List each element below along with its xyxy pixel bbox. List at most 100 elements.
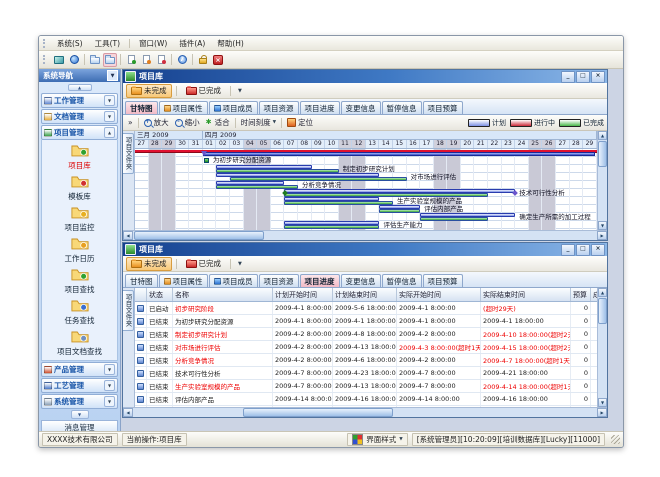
gantt-horizontal-scrollbar[interactable]: ◀ ▶ — [123, 230, 607, 240]
scroll-left-button[interactable]: ◀ — [123, 231, 133, 240]
folder-open-button[interactable] — [103, 53, 117, 67]
scroll-thumb[interactable] — [243, 408, 393, 417]
sidebar-group-collapsed[interactable]: 系统管理▼ — [41, 394, 118, 409]
column-header[interactable]: 名称 — [173, 288, 273, 301]
tab[interactable]: 项目成员 — [209, 101, 258, 114]
scroll-up-button[interactable]: ▲ — [598, 131, 607, 140]
sidebar-item-red[interactable]: 模板库 — [42, 173, 117, 204]
page-new-button[interactable] — [124, 53, 138, 67]
column-header[interactable]: 计划结束时间 — [333, 288, 397, 301]
sidebar-item-find[interactable]: 项目查找 — [42, 266, 117, 297]
scroll-right-button[interactable]: ▶ — [597, 408, 607, 417]
incomplete-filter-button[interactable]: 未完成 — [126, 257, 172, 271]
chevron-down-icon[interactable]: ▼ — [104, 396, 115, 407]
column-header[interactable]: 状态 — [147, 288, 173, 301]
scroll-down-button[interactable]: ▼ — [598, 398, 607, 407]
timescale-button[interactable]: 时间刻度▼ — [239, 117, 278, 128]
tab[interactable]: 变更信息 — [341, 101, 381, 114]
complete-filter-button[interactable]: 已完成 — [181, 84, 227, 98]
chevron-down-icon[interactable]: ▼ — [104, 95, 115, 106]
chevron-down-icon[interactable]: ▼ — [104, 380, 115, 391]
table-row[interactable]: 已结束分析竞争情况2009-4-2 8:00:002009-4-6 18:00:… — [135, 354, 597, 367]
tab[interactable]: 变更信息 — [341, 274, 381, 287]
menu-item[interactable]: 系统(S) — [51, 37, 89, 50]
gantt-vertical-scrollbar[interactable]: ▲ ▼ — [597, 131, 607, 230]
column-header[interactable] — [135, 288, 147, 301]
overflow-button[interactable]: ▼ — [235, 88, 245, 94]
scroll-left-button[interactable]: ◀ — [123, 408, 133, 417]
complete-filter-button[interactable]: 已完成 — [181, 257, 227, 271]
scroll-thumb[interactable] — [598, 298, 607, 324]
gantt-chart[interactable]: 三月 2009四月 200927282930310102030405060708… — [135, 131, 597, 230]
resize-grip[interactable] — [611, 435, 620, 444]
tab[interactable]: 项目成员 — [209, 274, 258, 287]
stop-button[interactable]: × — [211, 53, 225, 67]
menu-item[interactable]: 窗口(W) — [133, 37, 173, 50]
monitor-button[interactable] — [52, 53, 66, 67]
page-del-button[interactable] — [154, 53, 168, 67]
project-folder-tab[interactable]: 项目文件夹 — [123, 133, 134, 174]
help-button[interactable]: ? — [175, 53, 189, 67]
sidebar-item-people[interactable]: 任务查找 — [42, 297, 117, 328]
table-row[interactable]: 已结束制定初步研究计划2009-4-2 8:00:002009-4-8 18:0… — [135, 328, 597, 341]
gantt-window-titlebar[interactable]: 项目库 _ □ × — [123, 70, 607, 83]
lock-button[interactable] — [196, 53, 210, 67]
chevron-down-icon[interactable]: ▼ — [104, 111, 115, 122]
sidebar-item-star[interactable]: 项目监控 — [42, 204, 117, 235]
locate-button[interactable]: 定位 — [285, 117, 315, 128]
sidebar-group-collapsed[interactable]: 工艺管理▼ — [41, 378, 118, 393]
sidebar-collapse-button[interactable]: ▲ — [68, 84, 92, 91]
sidebar-group-collapsed[interactable]: 产品管理▼ — [41, 362, 118, 377]
chevron-up-icon[interactable]: ▲ — [104, 127, 115, 138]
tab[interactable]: 甘特图 — [125, 274, 158, 287]
sidebar-group-expanded[interactable]: 项目管理▲ — [41, 125, 118, 140]
task-bar-actual[interactable] — [216, 185, 297, 189]
table-window-titlebar[interactable]: 项目库 _ □ × — [123, 243, 607, 256]
task-bar-actual[interactable] — [379, 209, 420, 213]
task-bar-actual[interactable] — [420, 217, 488, 221]
table-row[interactable]: 已结束评估内部产品2009-4-14 8:00:002009-4-16 18:0… — [135, 393, 597, 406]
column-header[interactable]: 实际结束时间 — [481, 288, 571, 301]
scroll-down-button[interactable]: ▼ — [598, 221, 607, 230]
sidebar-item-green[interactable]: 项目库 — [42, 142, 117, 173]
table-horizontal-scrollbar[interactable]: ◀ ▶ — [123, 407, 607, 417]
fit-button[interactable]: ✱适合 — [204, 117, 232, 128]
tab[interactable]: 项目预算 — [423, 101, 463, 114]
scroll-right-button[interactable]: ▶ — [597, 231, 607, 240]
page-edit-button[interactable] — [139, 53, 153, 67]
close-button[interactable]: × — [591, 71, 605, 83]
column-header[interactable]: 实际开始时间 — [397, 288, 481, 301]
task-bar-actual[interactable] — [216, 169, 338, 173]
ui-style-button[interactable]: 界面样式 ▼ — [347, 433, 407, 446]
table-row[interactable]: 已结束生产实验室规模的产品2009-4-7 8:00:002009-4-13 1… — [135, 380, 597, 393]
tab[interactable]: 项目预算 — [423, 274, 463, 287]
chevron-down-icon[interactable]: ▼ — [104, 364, 115, 375]
table-row[interactable]: 已启动初步研究阶段2009-4-1 8:00:002009-5-6 18:00:… — [135, 302, 597, 315]
column-header[interactable]: 计划开始时间 — [273, 288, 333, 301]
overflow-button[interactable]: ▼ — [235, 261, 245, 267]
menu-item[interactable]: 工具(T) — [89, 37, 126, 50]
menu-item[interactable]: 帮助(H) — [211, 37, 250, 50]
table-vertical-scrollbar[interactable]: ▲ ▼ — [597, 288, 607, 407]
tab[interactable]: 项目进度 — [300, 101, 340, 114]
minimize-button[interactable]: _ — [561, 71, 575, 83]
globe-button[interactable] — [67, 53, 81, 67]
table-row[interactable]: 已结束技术可行性分析2009-4-7 8:00:002009-4-23 18:0… — [135, 367, 597, 380]
tab[interactable]: 项目进度 — [300, 274, 340, 287]
zoom-in-button[interactable]: +放大 — [142, 117, 171, 128]
column-header[interactable]: 预算 — [571, 288, 591, 301]
sidebar-group-collapsed[interactable]: 工作管理▼ — [41, 93, 118, 108]
scroll-up-button[interactable]: ▲ — [598, 288, 607, 297]
scroll-thumb[interactable] — [134, 231, 264, 240]
sidebar-group-collapsed[interactable]: 文档管理▼ — [41, 109, 118, 124]
tab[interactable]: 项目属性 — [159, 274, 208, 287]
task-bar-actual[interactable] — [284, 225, 379, 229]
menubar-grip[interactable] — [43, 39, 48, 48]
table-row[interactable]: 已结束对市场进行评估2009-4-2 8:00:002009-4-13 18:0… — [135, 341, 597, 354]
incomplete-filter-button[interactable]: 未完成 — [126, 84, 172, 98]
close-button[interactable]: × — [591, 244, 605, 256]
table-row[interactable]: 已结束为初步研究分配资源2009-4-1 8:00:002009-4-1 18:… — [135, 315, 597, 328]
sidebar-item-cal[interactable]: 工作日历 — [42, 235, 117, 266]
maximize-button[interactable]: □ — [576, 244, 590, 256]
message-tab[interactable]: 消息管理 — [41, 420, 118, 431]
